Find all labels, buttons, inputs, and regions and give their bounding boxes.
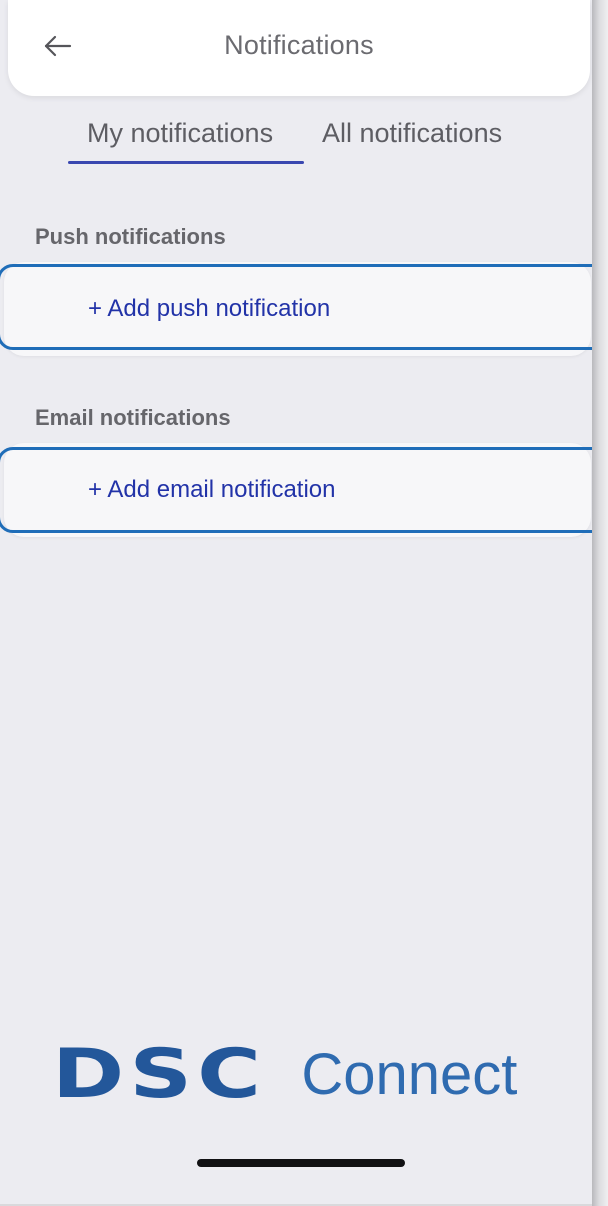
dsc-connect-logo: DSC Connect: [52, 1035, 517, 1114]
logo-brand-text: DSC: [52, 1035, 267, 1114]
add-email-notification-button[interactable]: + Add email notification: [88, 476, 336, 504]
device-edge-shadow: [592, 0, 608, 1206]
notifications-screen: Notifications My notifications All notif…: [0, 0, 593, 1204]
push-notifications-card: + Add push notification: [4, 262, 591, 356]
app-header: Notifications: [8, 0, 590, 96]
active-tab-indicator: [68, 161, 304, 164]
page-title: Notifications: [224, 30, 374, 60]
email-notifications-card: + Add email notification: [4, 443, 591, 537]
add-push-notification-button[interactable]: + Add push notification: [88, 295, 330, 323]
email-notifications-heading: Email notifications: [35, 405, 231, 430]
push-notifications-heading: Push notifications: [35, 224, 226, 249]
logo-product-text: Connect: [301, 1042, 518, 1107]
tab-all-notifications[interactable]: All notifications: [322, 118, 502, 149]
tab-my-notifications[interactable]: My notifications: [87, 118, 273, 149]
home-indicator[interactable]: [197, 1159, 405, 1167]
